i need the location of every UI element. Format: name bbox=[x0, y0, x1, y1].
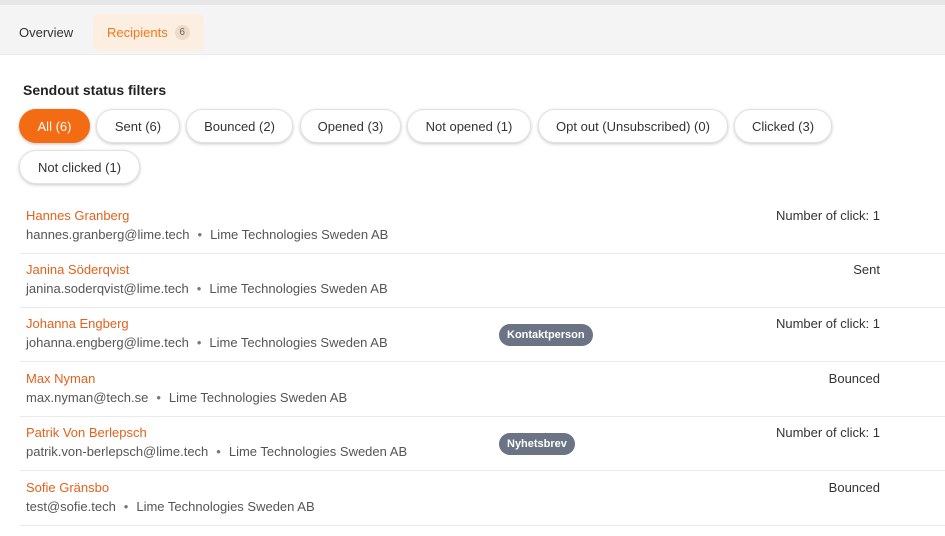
filter-chip-clicked[interactable]: Clicked (3) bbox=[734, 109, 832, 143]
recipient-status: Sent bbox=[853, 262, 880, 277]
recipient-details: johanna.engberg@lime.tech • Lime Technolog… bbox=[26, 335, 388, 350]
recipient-status: Number of click: 1 bbox=[775, 208, 880, 223]
separator-dot: • bbox=[196, 281, 202, 296]
filter-chip-not-opened[interactable]: Not opened (1) bbox=[407, 109, 531, 143]
tab-bar: Overview Recipients 6 bbox=[0, 5, 945, 55]
filter-chip-not-clicked[interactable]: Not clicked (1) bbox=[19, 150, 140, 184]
filter-chip-bounced[interactable]: Bounced (2) bbox=[186, 109, 293, 143]
filters-title: Sendout status filters bbox=[23, 82, 167, 98]
recipient-email: patrik.von-berlepsch@lime.tech bbox=[26, 444, 209, 459]
recipient-status: Number of click: 1 bbox=[775, 425, 880, 440]
recipient-company: Lime Technologies Sweden AB bbox=[168, 390, 348, 405]
recipient-status: Number of click: 1 bbox=[775, 316, 880, 331]
recipient-row[interactable]: Sofie Gränsbo test@sofie.tech • Lime Techn… bbox=[20, 472, 945, 526]
filter-chip-opt-out[interactable]: Opt out (Unsubscribed) (0) bbox=[538, 109, 728, 143]
recipient-name[interactable]: Janina Söderqvist bbox=[26, 262, 129, 277]
recipient-status: Bounced bbox=[828, 371, 880, 386]
recipient-tag-badge: Nyhetsbrev bbox=[499, 433, 575, 455]
separator-dot: • bbox=[196, 335, 202, 350]
tab-overview-label: Overview bbox=[19, 25, 74, 40]
tab-recipients[interactable]: Recipients 6 bbox=[93, 14, 204, 51]
recipient-email: max.nyman@tech.se bbox=[26, 390, 149, 405]
recipient-name[interactable]: Hannes Granberg bbox=[26, 208, 129, 223]
recipient-details: max.nyman@tech.se • Lime Technologies Swed… bbox=[26, 390, 347, 405]
tab-recipients-label: Recipients bbox=[107, 25, 168, 40]
recipient-details: hannes.granberg@lime.tech • Lime Technolog… bbox=[26, 227, 388, 242]
recipient-email: janina.soderqvist@lime.tech bbox=[26, 281, 189, 296]
recipient-status: Bounced bbox=[828, 480, 880, 495]
recipient-email: test@sofie.tech bbox=[26, 499, 116, 514]
filter-chip-all[interactable]: All (6) bbox=[19, 109, 90, 143]
recipient-name[interactable]: Patrik Von Berlepsch bbox=[26, 425, 147, 440]
separator-dot: • bbox=[156, 390, 161, 405]
recipient-email: hannes.granberg@lime.tech bbox=[26, 227, 190, 242]
recipient-company: Lime Technologies Sweden AB bbox=[136, 499, 315, 514]
recipient-company: Lime Technologies Sweden AB bbox=[210, 227, 389, 242]
separator-dot: • bbox=[123, 499, 129, 514]
recipient-row[interactable]: Johanna Engberg johanna.engberg@lime.tec… bbox=[20, 308, 945, 362]
filter-chip-sent[interactable]: Sent (6) bbox=[96, 109, 180, 143]
recipient-tag-badge: Kontaktperson bbox=[499, 324, 593, 346]
tab-overview[interactable]: Overview bbox=[10, 14, 82, 51]
recipient-name[interactable]: Johanna Engberg bbox=[26, 316, 129, 331]
separator-dot: • bbox=[216, 444, 221, 459]
recipient-details: patrik.von-berlepsch@lime.tech • Lime Tech… bbox=[26, 444, 407, 459]
recipient-name[interactable]: Sofie Gränsbo bbox=[26, 480, 109, 495]
recipient-company: Lime Technologies Sweden AB bbox=[209, 335, 388, 350]
tab-recipients-count-badge: 6 bbox=[174, 25, 190, 40]
recipient-row[interactable]: Patrik Von Berlepsch patrik.von-berlepsc… bbox=[20, 417, 945, 471]
recipient-company: Lime Technologies Sweden AB bbox=[228, 444, 408, 459]
recipient-row[interactable]: Max Nyman max.nyman@tech.se • Lime Technol… bbox=[20, 363, 945, 417]
filter-chip-opened[interactable]: Opened (3) bbox=[300, 109, 401, 143]
recipient-company: Lime Technologies Sweden AB bbox=[209, 281, 388, 296]
recipient-name[interactable]: Max Nyman bbox=[26, 371, 95, 386]
recipient-details: janina.soderqvist@lime.tech • Lime Technol… bbox=[26, 281, 388, 296]
recipient-row[interactable]: Hannes Granberg hannes.granberg@lime.tec… bbox=[20, 200, 945, 254]
recipient-row[interactable]: Janina Söderqvist janina.soderqvist@lime… bbox=[20, 254, 945, 308]
recipient-details: test@sofie.tech • Lime Technologies Sweden… bbox=[26, 499, 315, 514]
separator-dot: • bbox=[197, 227, 203, 242]
recipient-email: johanna.engberg@lime.tech bbox=[26, 335, 189, 350]
